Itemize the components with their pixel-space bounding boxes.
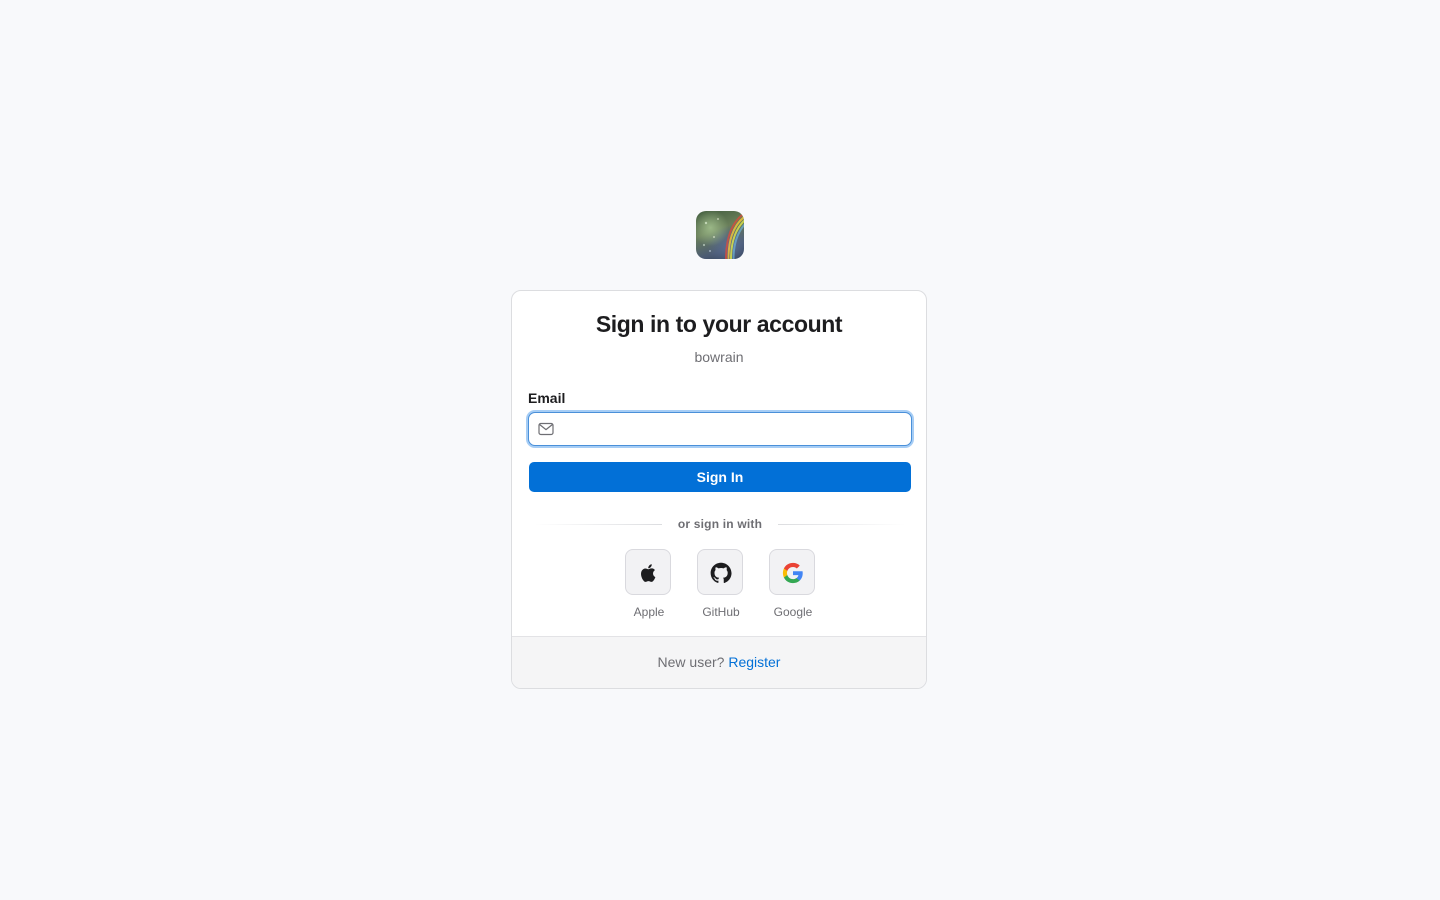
google-sign-in-button[interactable]: [769, 549, 815, 595]
github-sign-in-button[interactable]: [697, 549, 743, 595]
register-link[interactable]: Register: [728, 654, 780, 670]
social-providers: Apple GitHub Google: [512, 549, 926, 621]
page-title: Sign in to your account: [595, 311, 843, 337]
provider-google: Google: [761, 549, 825, 621]
mail-icon: [538, 422, 554, 436]
sign-in-card: Sign in to your account bowrain Email Si…: [511, 290, 927, 689]
rainbow-photo-icon: [702, 214, 744, 259]
apple-sign-in-button[interactable]: [625, 549, 671, 595]
org-name: bowrain: [694, 349, 744, 365]
new-user-prompt: New user?: [657, 654, 729, 670]
provider-label: Google: [773, 605, 813, 619]
apple-icon: [641, 564, 656, 582]
register-footer: New user? Register: [512, 636, 926, 688]
google-icon: [782, 562, 803, 584]
email-field-wrapper[interactable]: [528, 412, 912, 446]
email-input[interactable]: [563, 413, 903, 445]
provider-apple: Apple: [617, 549, 681, 621]
provider-github: GitHub: [689, 549, 753, 621]
divider-line-right: [778, 524, 906, 525]
sign-in-divider: or sign in with: [534, 516, 906, 532]
sign-in-button[interactable]: Sign In: [529, 462, 911, 492]
app-logo: [696, 211, 744, 259]
github-icon: [710, 562, 732, 584]
email-label: Email: [528, 390, 566, 406]
